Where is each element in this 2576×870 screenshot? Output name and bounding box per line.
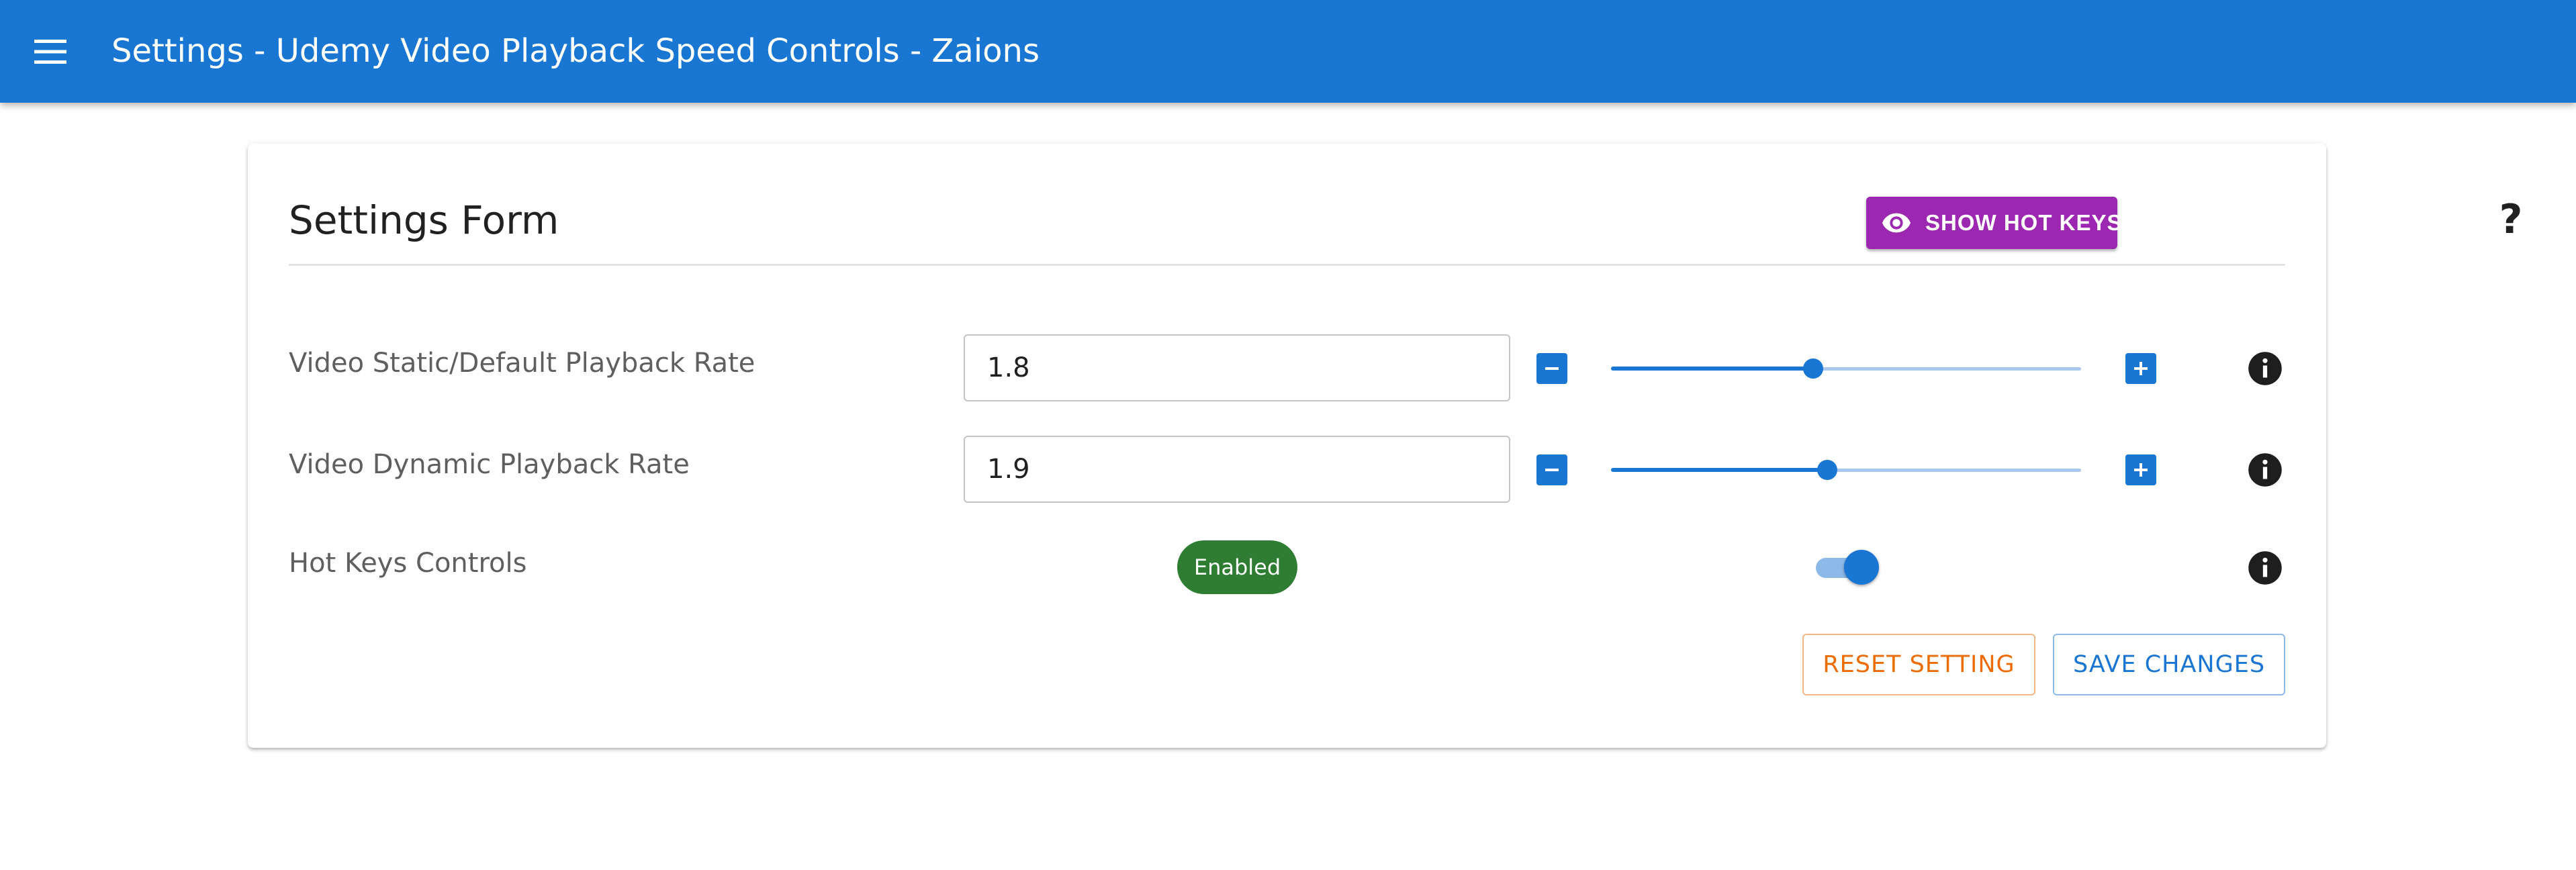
app-bar: Settings - Udemy Video Playback Speed Co… [0,0,2576,103]
plus-icon [2134,362,2148,375]
static-rate-decrease-button[interactable] [1536,353,1567,384]
dynamic-rate-info-icon[interactable] [2247,452,2283,488]
static-rate-increase-button[interactable] [2125,353,2156,384]
dynamic-rate-slider[interactable] [1611,456,2081,483]
app-title: Settings - Udemy Video Playback Speed Co… [111,32,1040,70]
slider-thumb[interactable] [1817,460,1837,480]
plus-icon [2134,463,2148,477]
slider-track [1611,367,1813,371]
dynamic-rate-decrease-button[interactable] [1536,454,1567,485]
static-rate-label: Video Static/Default Playback Rate [289,348,755,379]
show-hot-keys-label: SHOW HOT KEYS [1925,210,2123,235]
static-rate-input[interactable] [964,334,1510,401]
hamburger-menu-icon [34,40,66,64]
hotkeys-label: Hot Keys Controls [289,548,527,579]
help-button[interactable]: ? [2494,196,2528,243]
slider-thumb[interactable] [1803,358,1823,379]
form-title: Settings Form [289,197,559,243]
static-rate-slider[interactable] [1611,355,2081,382]
hotkeys-status-badge: Enabled [1177,540,1297,594]
minus-icon [1545,367,1559,370]
static-rate-info-icon[interactable] [2247,350,2283,387]
slider-track [1611,468,1827,472]
show-hot-keys-button[interactable]: SHOW HOT KEYS [1866,197,2122,249]
toggle-thumb [1844,550,1879,585]
eye-icon [1881,207,1912,238]
hotkeys-info-icon[interactable] [2247,550,2283,586]
settings-card: Settings Form SHOW HOT KEYS ? Video Stat… [248,144,2522,748]
dynamic-rate-input[interactable] [964,436,1510,503]
hotkeys-toggle[interactable] [1816,548,1880,587]
dynamic-rate-increase-button[interactable] [2125,454,2156,485]
reset-setting-button[interactable]: RESET SETTING [1802,634,2035,695]
dynamic-rate-label: Video Dynamic Playback Rate [289,449,690,480]
title-divider [289,264,2285,266]
save-changes-button[interactable]: SAVE CHANGES [2053,634,2285,695]
minus-icon [1545,469,1559,471]
menu-button[interactable] [30,31,71,72]
